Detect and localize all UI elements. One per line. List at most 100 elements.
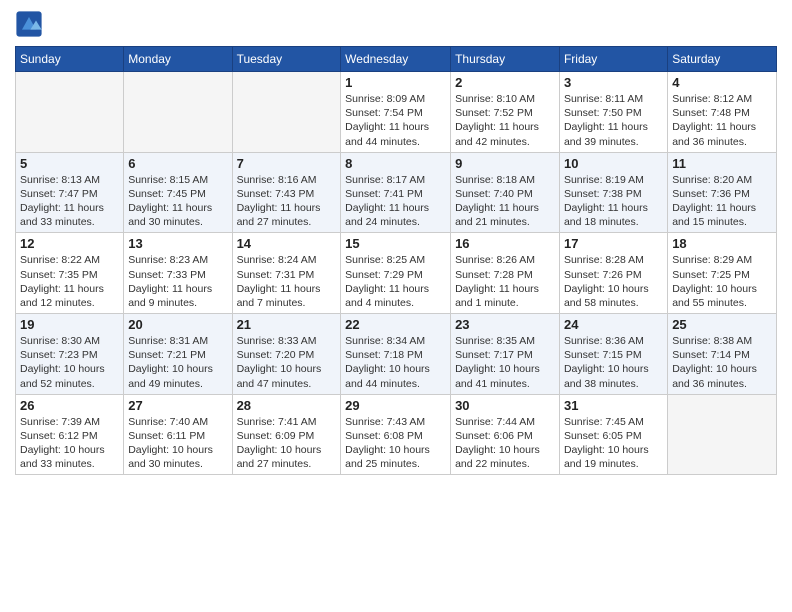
calendar-cell: 29 Sunrise: 7:43 AM Sunset: 6:08 PM Dayli… (341, 394, 451, 475)
day-info: Sunrise: 7:41 AM Sunset: 6:09 PM Dayligh… (237, 415, 337, 472)
calendar-cell: 17 Sunrise: 8:28 AM Sunset: 7:26 PM Dayli… (559, 233, 667, 314)
day-number: 9 (455, 156, 555, 171)
day-info: Sunrise: 8:25 AM Sunset: 7:29 PM Dayligh… (345, 253, 446, 310)
calendar-cell: 1 Sunrise: 8:09 AM Sunset: 7:54 PM Daylig… (341, 72, 451, 153)
day-number: 21 (237, 317, 337, 332)
day-of-week-header: Thursday (451, 47, 560, 72)
calendar-cell: 8 Sunrise: 8:17 AM Sunset: 7:41 PM Daylig… (341, 152, 451, 233)
day-info: Sunrise: 8:15 AM Sunset: 7:45 PM Dayligh… (128, 173, 227, 230)
day-info: Sunrise: 8:31 AM Sunset: 7:21 PM Dayligh… (128, 334, 227, 391)
day-number: 17 (564, 236, 663, 251)
calendar-cell: 27 Sunrise: 7:40 AM Sunset: 6:11 PM Dayli… (124, 394, 232, 475)
day-number: 29 (345, 398, 446, 413)
day-number: 10 (564, 156, 663, 171)
day-number: 16 (455, 236, 555, 251)
day-info: Sunrise: 8:18 AM Sunset: 7:40 PM Dayligh… (455, 173, 555, 230)
calendar-cell: 10 Sunrise: 8:19 AM Sunset: 7:38 PM Dayli… (559, 152, 667, 233)
day-number: 11 (672, 156, 772, 171)
calendar-cell: 20 Sunrise: 8:31 AM Sunset: 7:21 PM Dayli… (124, 314, 232, 395)
day-info: Sunrise: 7:40 AM Sunset: 6:11 PM Dayligh… (128, 415, 227, 472)
calendar-cell: 9 Sunrise: 8:18 AM Sunset: 7:40 PM Daylig… (451, 152, 560, 233)
day-info: Sunrise: 8:10 AM Sunset: 7:52 PM Dayligh… (455, 92, 555, 149)
day-info: Sunrise: 8:17 AM Sunset: 7:41 PM Dayligh… (345, 173, 446, 230)
day-info: Sunrise: 8:26 AM Sunset: 7:28 PM Dayligh… (455, 253, 555, 310)
logo (15, 10, 46, 38)
calendar-cell: 13 Sunrise: 8:23 AM Sunset: 7:33 PM Dayli… (124, 233, 232, 314)
day-number: 6 (128, 156, 227, 171)
calendar-cell: 15Sunrise: 8:25 AM Sunset: 7:29 PM Dayli… (341, 233, 451, 314)
day-number: 25 (672, 317, 772, 332)
day-number: 5 (20, 156, 119, 171)
day-number: 30 (455, 398, 555, 413)
day-info: Sunrise: 8:35 AM Sunset: 7:17 PM Dayligh… (455, 334, 555, 391)
calendar-cell: 26Sunrise: 7:39 AM Sunset: 6:12 PM Dayli… (16, 394, 124, 475)
day-info: Sunrise: 8:29 AM Sunset: 7:25 PM Dayligh… (672, 253, 772, 310)
calendar-cell: 31 Sunrise: 7:45 AM Sunset: 6:05 PM Dayli… (559, 394, 667, 475)
calendar-week-row: 12Sunrise: 8:22 AM Sunset: 7:35 PM Dayli… (16, 233, 777, 314)
day-number: 31 (564, 398, 663, 413)
calendar-cell: 12Sunrise: 8:22 AM Sunset: 7:35 PM Dayli… (16, 233, 124, 314)
day-info: Sunrise: 7:45 AM Sunset: 6:05 PM Dayligh… (564, 415, 663, 472)
calendar-cell: 6 Sunrise: 8:15 AM Sunset: 7:45 PM Daylig… (124, 152, 232, 233)
calendar-cell: 18 Sunrise: 8:29 AM Sunset: 7:25 PM Dayli… (668, 233, 777, 314)
calendar-cell: 4Sunrise: 8:12 AM Sunset: 7:48 PM Daylig… (668, 72, 777, 153)
day-number: 8 (345, 156, 446, 171)
day-info: Sunrise: 8:36 AM Sunset: 7:15 PM Dayligh… (564, 334, 663, 391)
calendar-cell (668, 394, 777, 475)
day-info: Sunrise: 8:34 AM Sunset: 7:18 PM Dayligh… (345, 334, 446, 391)
day-info: Sunrise: 7:43 AM Sunset: 6:08 PM Dayligh… (345, 415, 446, 472)
calendar-week-row: 1 Sunrise: 8:09 AM Sunset: 7:54 PM Daylig… (16, 72, 777, 153)
day-number: 23 (455, 317, 555, 332)
day-info: Sunrise: 8:19 AM Sunset: 7:38 PM Dayligh… (564, 173, 663, 230)
calendar-week-row: 19Sunrise: 8:30 AM Sunset: 7:23 PM Dayli… (16, 314, 777, 395)
day-of-week-header: Saturday (668, 47, 777, 72)
calendar-cell: 14Sunrise: 8:24 AM Sunset: 7:31 PM Dayli… (232, 233, 341, 314)
day-info: Sunrise: 8:22 AM Sunset: 7:35 PM Dayligh… (20, 253, 119, 310)
calendar-header-row: SundayMondayTuesdayWednesdayThursdayFrid… (16, 47, 777, 72)
logo-icon (15, 10, 43, 38)
day-number: 2 (455, 75, 555, 90)
day-number: 7 (237, 156, 337, 171)
calendar-week-row: 5 Sunrise: 8:13 AM Sunset: 7:47 PM Daylig… (16, 152, 777, 233)
day-info: Sunrise: 8:09 AM Sunset: 7:54 PM Dayligh… (345, 92, 446, 149)
calendar-cell (16, 72, 124, 153)
calendar-cell (124, 72, 232, 153)
day-number: 3 (564, 75, 663, 90)
day-info: Sunrise: 8:23 AM Sunset: 7:33 PM Dayligh… (128, 253, 227, 310)
day-number: 27 (128, 398, 227, 413)
calendar-cell: 3 Sunrise: 8:11 AM Sunset: 7:50 PM Daylig… (559, 72, 667, 153)
day-info: Sunrise: 8:24 AM Sunset: 7:31 PM Dayligh… (237, 253, 337, 310)
calendar-cell: 28 Sunrise: 7:41 AM Sunset: 6:09 PM Dayli… (232, 394, 341, 475)
day-number: 24 (564, 317, 663, 332)
calendar-cell: 2 Sunrise: 8:10 AM Sunset: 7:52 PM Daylig… (451, 72, 560, 153)
calendar-cell: 30 Sunrise: 7:44 AM Sunset: 6:06 PM Dayli… (451, 394, 560, 475)
day-number: 13 (128, 236, 227, 251)
day-info: Sunrise: 7:44 AM Sunset: 6:06 PM Dayligh… (455, 415, 555, 472)
calendar: SundayMondayTuesdayWednesdayThursdayFrid… (15, 46, 777, 475)
calendar-cell: 21 Sunrise: 8:33 AM Sunset: 7:20 PM Dayli… (232, 314, 341, 395)
day-of-week-header: Friday (559, 47, 667, 72)
calendar-cell: 5 Sunrise: 8:13 AM Sunset: 7:47 PM Daylig… (16, 152, 124, 233)
calendar-week-row: 26Sunrise: 7:39 AM Sunset: 6:12 PM Dayli… (16, 394, 777, 475)
calendar-cell: 16 Sunrise: 8:26 AM Sunset: 7:28 PM Dayli… (451, 233, 560, 314)
day-of-week-header: Sunday (16, 47, 124, 72)
calendar-cell: 19Sunrise: 8:30 AM Sunset: 7:23 PM Dayli… (16, 314, 124, 395)
day-info: Sunrise: 8:12 AM Sunset: 7:48 PM Dayligh… (672, 92, 772, 149)
day-number: 28 (237, 398, 337, 413)
day-info: Sunrise: 8:28 AM Sunset: 7:26 PM Dayligh… (564, 253, 663, 310)
day-info: Sunrise: 8:11 AM Sunset: 7:50 PM Dayligh… (564, 92, 663, 149)
day-number: 1 (345, 75, 446, 90)
calendar-cell: 25Sunrise: 8:38 AM Sunset: 7:14 PM Dayli… (668, 314, 777, 395)
day-number: 18 (672, 236, 772, 251)
page: SundayMondayTuesdayWednesdayThursdayFrid… (0, 0, 792, 612)
day-info: Sunrise: 8:16 AM Sunset: 7:43 PM Dayligh… (237, 173, 337, 230)
day-info: Sunrise: 8:20 AM Sunset: 7:36 PM Dayligh… (672, 173, 772, 230)
day-info: Sunrise: 8:13 AM Sunset: 7:47 PM Dayligh… (20, 173, 119, 230)
calendar-cell: 23 Sunrise: 8:35 AM Sunset: 7:17 PM Dayli… (451, 314, 560, 395)
day-number: 20 (128, 317, 227, 332)
calendar-cell: 24 Sunrise: 8:36 AM Sunset: 7:15 PM Dayli… (559, 314, 667, 395)
calendar-cell: 7 Sunrise: 8:16 AM Sunset: 7:43 PM Daylig… (232, 152, 341, 233)
calendar-cell (232, 72, 341, 153)
day-info: Sunrise: 8:33 AM Sunset: 7:20 PM Dayligh… (237, 334, 337, 391)
calendar-cell: 11 Sunrise: 8:20 AM Sunset: 7:36 PM Dayli… (668, 152, 777, 233)
